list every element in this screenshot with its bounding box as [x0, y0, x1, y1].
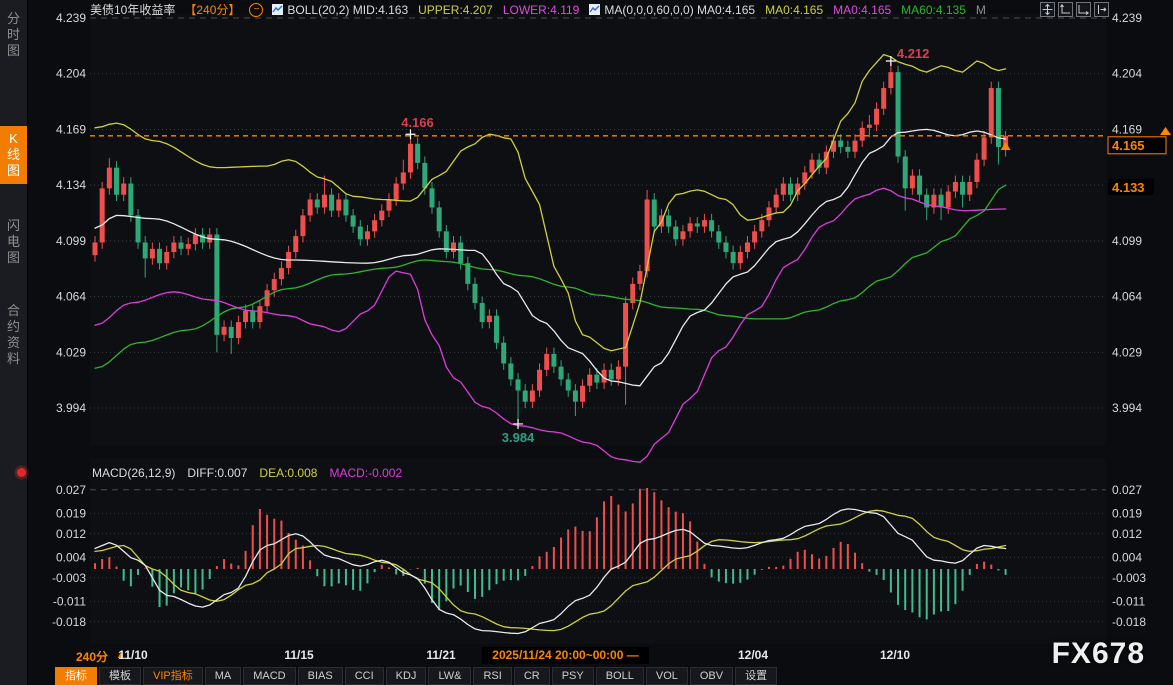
macd-tick-right: 0.012	[1112, 527, 1142, 541]
price-tick-left: 4.239	[56, 11, 86, 25]
macd-params: MACD(26,12,9)	[92, 466, 175, 480]
price-tick-left: 4.169	[56, 122, 86, 136]
price-tick-left: 4.204	[56, 67, 86, 81]
indicator-toolbar: 指标模板VIP指标MAMACDBIASCCIKDJLW&RSICRPSYBOLL…	[55, 667, 777, 685]
macd-tick-left: 0.004	[56, 550, 86, 564]
price-tick-left: 4.099	[56, 234, 86, 248]
scale-horizontal-icon[interactable]	[1076, 2, 1091, 17]
cr-button[interactable]: CR	[514, 667, 550, 685]
indicator-header: 美债10年收益率 【240分】 − BOLL(20,2) MID:4.163 UP…	[90, 0, 992, 19]
price-tick-left: 4.029	[56, 345, 86, 359]
ma-button[interactable]: MA	[205, 667, 242, 685]
annotation-low-price: 3.984	[502, 430, 535, 445]
settings-button[interactable]: 设置	[735, 667, 777, 685]
lwr-button[interactable]: LW&	[428, 667, 471, 685]
price-tick-right: 4.099	[1112, 234, 1142, 248]
sidebar-tab-time-chart[interactable]: 分 时 图	[0, 6, 27, 64]
watermark: FX678	[1052, 637, 1145, 671]
last-price-badge: 4.165	[1112, 138, 1145, 153]
indicator-chart-icon	[589, 4, 600, 15]
price-tick-right: 4.239	[1112, 11, 1142, 25]
indicator-chart-icon	[272, 4, 283, 15]
sidebar-tab-contract-info[interactable]: 合 约 资 料	[0, 298, 27, 372]
macd-diff-value: DIFF:0.007	[187, 466, 247, 480]
template-button[interactable]: 模板	[99, 667, 141, 685]
vip-indicator-button[interactable]: VIP指标	[143, 667, 203, 685]
obv-button[interactable]: OBV	[690, 667, 733, 685]
price-tick-right: 4.064	[1112, 290, 1142, 304]
macd-tick-right: 0.004	[1112, 550, 1142, 564]
macd-tick-left: -0.011	[53, 594, 86, 608]
price-tick-right: 4.029	[1112, 345, 1142, 359]
indicator-button[interactable]: 指标	[55, 667, 97, 685]
chart-canvas[interactable]: 4.2394.2394.2044.2044.1694.1694.1344.134…	[0, 0, 1173, 685]
boll-button[interactable]: BOLL	[596, 667, 644, 685]
indicator-value-boll-lower-value: LOWER:4.119	[503, 3, 579, 17]
rsi-button[interactable]: RSI	[473, 667, 511, 685]
x-axis-date-label: 12/04	[738, 648, 768, 662]
indicator-value-ma60-value: MA60:4.135	[901, 3, 966, 17]
indicator-value-boll-upper-value: UPPER:4.207	[418, 3, 493, 17]
cci-button[interactable]: CCI	[345, 667, 384, 685]
indicator-values: BOLL(20,2) MID:4.163 UPPER:4.207 LOWER:4.1…	[272, 3, 992, 17]
macd-tick-right: 0.019	[1112, 506, 1142, 520]
price-tick-right: 4.169	[1112, 122, 1142, 136]
macd-tick-left: -0.003	[52, 571, 86, 585]
macd-tick-right: -0.018	[1112, 615, 1146, 629]
macd-tick-right: -0.003	[1112, 571, 1146, 585]
period-selector[interactable]: 240分	[76, 648, 108, 665]
annotation-price-4166: 4.166	[401, 115, 434, 130]
x-axis-date-label: 11/15	[284, 648, 313, 662]
macd-tick-right: 0.027	[1112, 483, 1142, 497]
period-tag: 【240分】	[184, 1, 240, 18]
indicator-value-ma0-magenta-value: MA0:4.165	[833, 3, 891, 17]
instrument-title: 美债10年收益率	[90, 1, 175, 18]
macd-macd-value: MACD:-0.002	[329, 466, 402, 480]
indicator-value-ma-values: MA(0,0,0,60,0,0) MA0:4.165	[604, 3, 755, 17]
scale-vertical-icon[interactable]	[1058, 2, 1073, 17]
indicator-value-ma-more: M	[976, 3, 986, 17]
macd-tick-right: -0.011	[1112, 594, 1145, 608]
annotation-high-price: 4.212	[897, 46, 930, 61]
collapse-indicator-icon[interactable]: −	[249, 3, 263, 17]
indicator-value-boll-values: BOLL(20,2) MID:4.163	[287, 3, 408, 17]
move-chart-icon[interactable]	[1040, 2, 1055, 17]
crosshair-date-label: 2025/11/24 20:00~00:00 —	[482, 647, 649, 664]
macd-tick-left: 0.019	[56, 506, 86, 520]
macd-tick-left: -0.018	[52, 615, 86, 629]
chart-tool-icons	[1040, 2, 1109, 17]
x-axis-date-label: 11/10	[118, 648, 147, 662]
macd-button[interactable]: MACD	[243, 667, 295, 685]
price-tick-right: 3.994	[1112, 401, 1142, 415]
charting-app: 4.2394.2394.2044.2044.1694.1694.1344.134…	[0, 0, 1173, 685]
macd-tick-left: 0.012	[56, 527, 86, 541]
vol-button[interactable]: VOL	[646, 667, 688, 685]
ref-price-badge: 4.133	[1112, 180, 1145, 195]
psy-button[interactable]: PSY	[552, 667, 594, 685]
sidebar-tab-lightning-chart[interactable]: 闪 电 图	[0, 213, 27, 271]
macd-tick-left: 0.027	[56, 483, 86, 497]
shift-data-icon[interactable]	[1094, 2, 1109, 17]
sidebar: 分 时 图 K 线 图闪 电 图合 约 资 料	[0, 0, 28, 685]
kdj-button[interactable]: KDJ	[386, 667, 427, 685]
bias-button[interactable]: BIAS	[298, 667, 343, 685]
time-axis: 240分 ▲ 11/1011/1511/2112/0412/10 2025/11…	[0, 646, 1173, 666]
macd-dea-value: DEA:0.008	[259, 466, 317, 480]
x-axis-date-label: 12/10	[880, 648, 910, 662]
sidebar-tab-kline-chart[interactable]: K 线 图	[0, 126, 27, 184]
x-axis-date-label: 11/21	[426, 648, 455, 662]
price-tick-left: 4.064	[56, 290, 86, 304]
macd-header: MACD(26,12,9) DIFF:0.007 DEA:0.008 MACD:…	[92, 466, 402, 480]
price-tick-left: 3.994	[56, 401, 86, 415]
price-tick-left: 4.134	[56, 178, 86, 192]
indicator-value-ma0-yellow-value: MA0:4.165	[765, 3, 823, 17]
alert-dot-icon	[17, 468, 26, 477]
price-tick-right: 4.204	[1112, 67, 1142, 81]
